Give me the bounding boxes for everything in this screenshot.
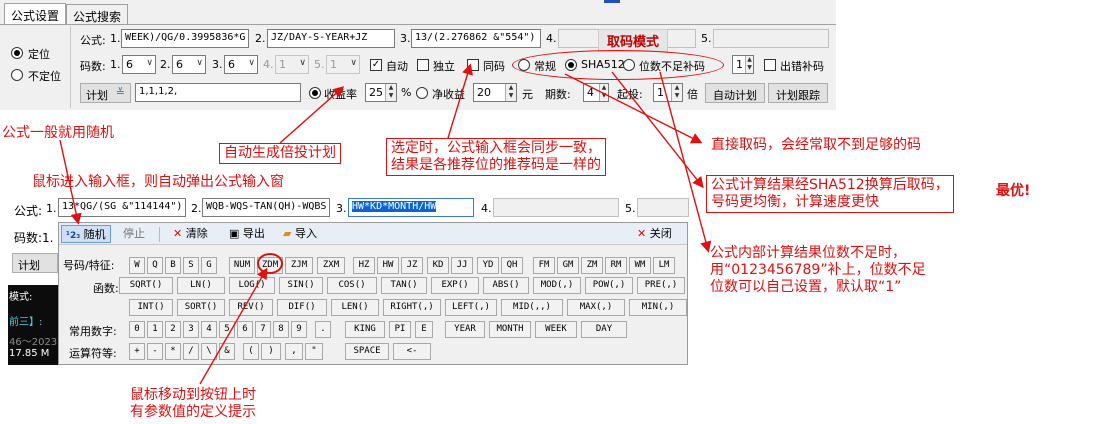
arrow-direct xyxy=(564,73,703,144)
annotation-arrows xyxy=(59,63,712,385)
arrow-sha512 xyxy=(611,71,704,189)
arrow-auto-plan xyxy=(279,86,345,144)
arrow-random xyxy=(59,139,82,225)
arrow-hover xyxy=(199,267,268,385)
arrow-pad xyxy=(659,71,712,253)
arrow-same-code xyxy=(447,63,473,139)
